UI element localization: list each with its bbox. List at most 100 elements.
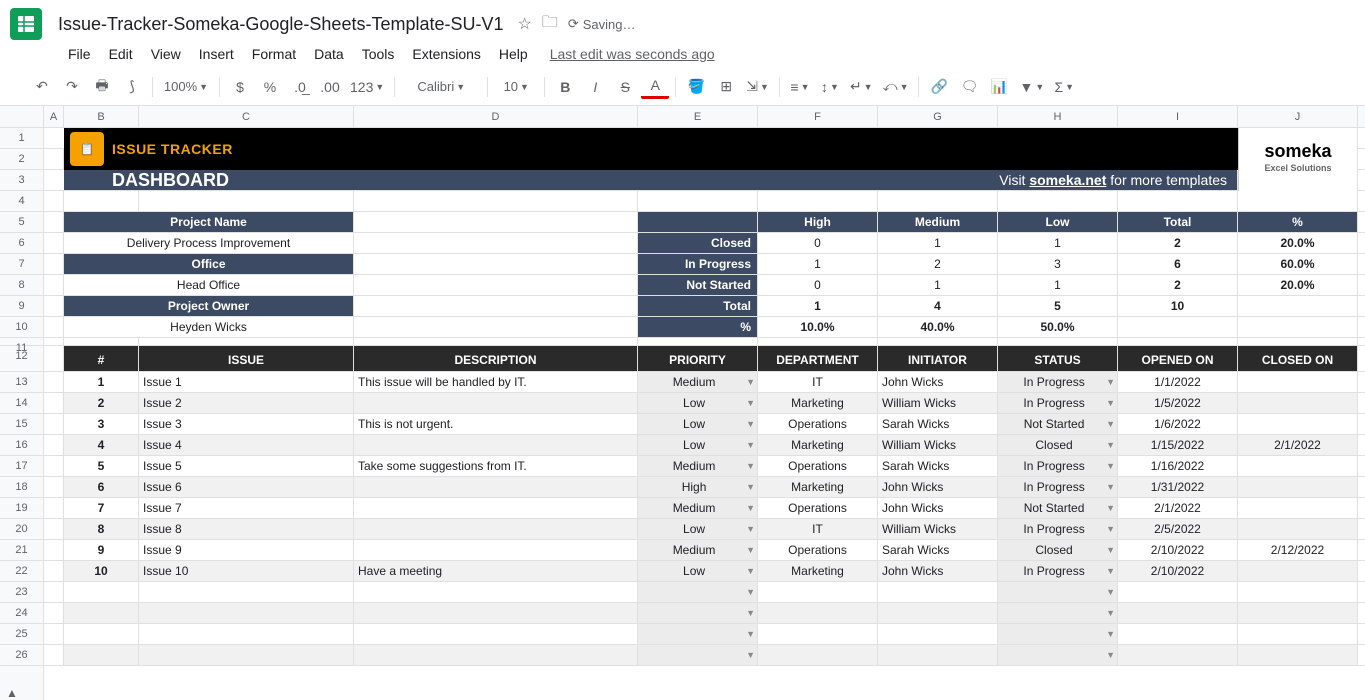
cell[interactable]: Not Started xyxy=(638,275,758,295)
cell[interactable]: Medium▼ xyxy=(638,372,758,392)
row-header-11[interactable]: 11 xyxy=(0,338,43,346)
cell[interactable] xyxy=(354,233,638,253)
cell[interactable] xyxy=(878,338,998,345)
cells-area[interactable]: 📋ISSUE TRACKERsomekaExcel SolutionsDASHB… xyxy=(44,128,1365,700)
cell[interactable] xyxy=(139,624,354,644)
decrease-decimal-button[interactable]: .0̲ xyxy=(286,73,314,101)
menu-tools[interactable]: Tools xyxy=(354,42,403,66)
currency-button[interactable]: $ xyxy=(226,73,254,101)
cell[interactable]: 2/1/2022 xyxy=(1238,435,1358,455)
cell[interactable]: Low▼ xyxy=(638,519,758,539)
cell[interactable]: William Wicks xyxy=(878,435,998,455)
cell[interactable] xyxy=(354,645,638,665)
cell[interactable]: 📋ISSUE TRACKER xyxy=(64,128,1238,170)
cell[interactable]: John Wicks xyxy=(878,477,998,497)
cell[interactable]: 10 xyxy=(64,561,139,581)
cell[interactable]: High▼ xyxy=(638,477,758,497)
cell[interactable] xyxy=(1238,296,1358,316)
cell[interactable]: Closed▼ xyxy=(998,435,1118,455)
cell[interactable] xyxy=(64,338,139,345)
cell[interactable]: ▼ xyxy=(638,645,758,665)
cell[interactable] xyxy=(1238,317,1358,337)
menu-extensions[interactable]: Extensions xyxy=(404,42,488,66)
cell[interactable]: This is not urgent. xyxy=(354,414,638,434)
cell[interactable]: Low xyxy=(998,212,1118,232)
row-header-15[interactable]: 15 xyxy=(0,414,43,435)
wrap-button[interactable]: ↵▼ xyxy=(846,73,877,101)
cell[interactable]: CLOSED ON xyxy=(1238,346,1358,371)
cell[interactable]: 60.0% xyxy=(1238,254,1358,274)
filter-button[interactable]: ▼▼ xyxy=(1015,73,1048,101)
cell[interactable]: ▼ xyxy=(998,624,1118,644)
increase-decimal-button[interactable]: .00 xyxy=(316,73,344,101)
star-icon[interactable]: ☆ xyxy=(518,14,532,34)
cell[interactable] xyxy=(44,582,64,602)
cell[interactable] xyxy=(1238,561,1358,581)
cell[interactable]: 5 xyxy=(64,456,139,476)
chevron-down-icon[interactable]: ▼ xyxy=(746,437,755,454)
cell[interactable]: Marketing xyxy=(758,477,878,497)
row-header-13[interactable]: 13 xyxy=(0,372,43,393)
cell[interactable]: Issue 6 xyxy=(139,477,354,497)
doc-title[interactable]: Issue-Tracker-Someka-Google-Sheets-Templ… xyxy=(52,12,510,37)
chevron-down-icon[interactable]: ▼ xyxy=(1106,626,1115,643)
cell[interactable]: Low▼ xyxy=(638,414,758,434)
cell[interactable] xyxy=(139,582,354,602)
row-header-5[interactable]: 5 xyxy=(0,212,43,233)
cell[interactable]: DEPARTMENT xyxy=(758,346,878,371)
cell[interactable]: PRIORITY xyxy=(638,346,758,371)
cell[interactable]: 1 xyxy=(998,233,1118,253)
cell[interactable] xyxy=(1238,603,1358,623)
cell[interactable]: 10 xyxy=(1118,296,1238,316)
cell[interactable]: Medium xyxy=(878,212,998,232)
chevron-down-icon[interactable]: ▼ xyxy=(1106,647,1115,664)
cell[interactable] xyxy=(998,191,1118,211)
menu-insert[interactable]: Insert xyxy=(191,42,242,66)
cell[interactable] xyxy=(1238,519,1358,539)
chevron-down-icon[interactable]: ▼ xyxy=(746,500,755,517)
cell[interactable]: IT xyxy=(758,519,878,539)
cell[interactable] xyxy=(354,603,638,623)
cell[interactable] xyxy=(758,191,878,211)
row-header-1[interactable]: 1 xyxy=(0,128,43,149)
chevron-down-icon[interactable]: ▼ xyxy=(1106,479,1115,496)
move-icon[interactable]: 🗀 xyxy=(542,11,558,38)
cell[interactable]: Medium▼ xyxy=(638,498,758,518)
cell[interactable]: Low▼ xyxy=(638,393,758,413)
cell[interactable] xyxy=(354,519,638,539)
chevron-down-icon[interactable]: ▼ xyxy=(746,647,755,664)
chevron-down-icon[interactable]: ▼ xyxy=(746,374,755,391)
row-header-7[interactable]: 7 xyxy=(0,254,43,275)
cell[interactable]: ▼ xyxy=(638,624,758,644)
chevron-down-icon[interactable]: ▼ xyxy=(746,395,755,412)
chevron-down-icon[interactable]: ▼ xyxy=(746,521,755,538)
col-header-F[interactable]: F xyxy=(758,106,878,127)
cell[interactable] xyxy=(1118,603,1238,623)
col-header-B[interactable]: B xyxy=(64,106,139,127)
cell[interactable]: In Progress▼ xyxy=(998,456,1118,476)
percent-button[interactable]: % xyxy=(256,73,284,101)
cell[interactable] xyxy=(354,498,638,518)
col-header-J[interactable]: J xyxy=(1238,106,1358,127)
cell[interactable] xyxy=(1238,645,1358,665)
zoom-select[interactable]: 100%▼ xyxy=(159,73,213,101)
cell[interactable]: 1/5/2022 xyxy=(1118,393,1238,413)
menu-view[interactable]: View xyxy=(143,42,189,66)
cell[interactable]: Marketing xyxy=(758,393,878,413)
cell[interactable] xyxy=(44,519,64,539)
cell[interactable]: Issue 10 xyxy=(139,561,354,581)
cell[interactable] xyxy=(354,296,638,316)
paint-format-button[interactable]: ⟆ xyxy=(118,73,146,101)
cell[interactable]: 1/6/2022 xyxy=(1118,414,1238,434)
cell[interactable] xyxy=(64,645,139,665)
cell[interactable] xyxy=(758,624,878,644)
cell[interactable]: This issue will be handled by IT. xyxy=(354,372,638,392)
cell[interactable]: DESCRIPTION xyxy=(354,346,638,371)
chevron-down-icon[interactable]: ▼ xyxy=(746,626,755,643)
cell[interactable] xyxy=(1238,624,1358,644)
print-button[interactable]: 🖶 xyxy=(88,73,116,101)
cell[interactable] xyxy=(878,603,998,623)
cell[interactable]: 5 xyxy=(998,296,1118,316)
cell[interactable] xyxy=(758,582,878,602)
cell[interactable]: IT xyxy=(758,372,878,392)
